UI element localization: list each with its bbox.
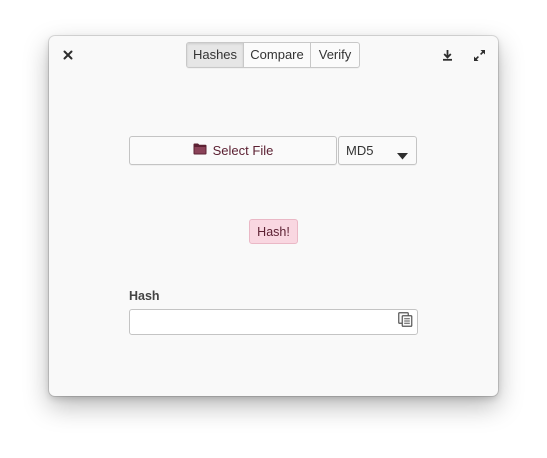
download-icon xyxy=(442,49,453,61)
view-switcher: Hashes Compare Verify xyxy=(186,42,360,68)
select-file-button[interactable]: Select File xyxy=(129,136,337,165)
select-file-label: Select File xyxy=(212,143,274,158)
folder-icon xyxy=(193,143,207,158)
dropdown-arrow-icon xyxy=(397,148,408,163)
algorithm-select[interactable]: MD5 xyxy=(338,136,417,165)
copy-button[interactable] xyxy=(396,312,414,332)
maximize-button[interactable] xyxy=(468,44,490,66)
hash-output-field[interactable] xyxy=(129,309,418,335)
maximize-icon xyxy=(473,49,486,62)
hash-field-label: Hash xyxy=(129,289,160,303)
tab-compare[interactable]: Compare xyxy=(244,43,311,67)
hash-button[interactable]: Hash! xyxy=(249,219,298,244)
close-button[interactable] xyxy=(57,44,79,66)
tab-hashes[interactable]: Hashes xyxy=(187,43,244,67)
tab-verify[interactable]: Verify xyxy=(311,43,359,67)
copy-icon xyxy=(397,312,413,332)
algorithm-selected-value: MD5 xyxy=(346,143,374,158)
download-button[interactable] xyxy=(436,44,458,66)
close-icon xyxy=(63,50,73,60)
app-window: Hashes Compare Verify Select File MD5 Ha… xyxy=(49,36,498,396)
